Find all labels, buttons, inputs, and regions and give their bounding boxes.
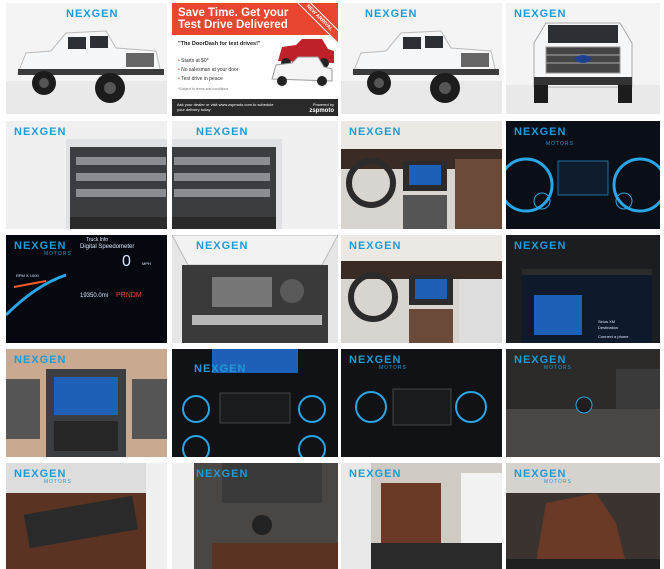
watermark-logo: NEXGEN [514,8,567,20]
odometer: 19350.0mi [80,293,109,299]
ad-footer: Ask your dealer or visit www.zspmoto.com… [172,99,338,116]
watermark-logo: NEXGEN [514,126,567,138]
watermark-logo: NEXGEN [365,8,418,20]
screen-connect: Connect a phone [598,334,629,339]
ad-bullets: Starts at $0* No salesman at your door T… [178,57,238,84]
speedo-value: 0 [122,253,131,270]
speedo-unit: MPH [142,261,151,266]
ad-quote: "The DoorDash for test drives!" [178,41,261,47]
photo-engine-bay[interactable]: NEXGEN [172,235,338,343]
ad-test-drive-delivered[interactable]: Save Time. Get your Test Drive Delivered… [172,3,338,116]
photo-instrument-cluster[interactable]: NEXGEN MOTORS [506,121,660,229]
photo-start-button[interactable]: NEXGEN MOTORS [506,349,660,457]
watermark-logo-sub: MOTORS [544,479,572,485]
watermark-logo-sub: MOTORS [44,251,72,257]
watermark-logo-sub: MOTORS [546,141,574,147]
watermark-logo: NEXGEN [349,240,402,252]
ad-bullet: Starts at $0* [178,57,238,66]
photo-dashboard-interior[interactable]: NEXGEN [341,121,502,229]
speedo-title: Digital Speedometer [80,244,135,250]
watermark-logo: NEXGEN [194,363,247,375]
watermark-logo-sub: MOTORS [544,365,572,371]
photo-front-seats-door[interactable]: NEXGEN [341,463,502,569]
watermark-logo-sub: MOTORS [379,365,407,371]
photo-navigation-screen[interactable]: Sirius XM Destination Connect a phone NE… [506,235,660,343]
ad-bullet: Test drive in peace [178,75,238,84]
ad-footer-brand: Powered by zspmoto [309,102,334,114]
ad-footer-text: Ask your dealer or visit www.zspmoto.com… [177,102,274,112]
photo-center-stack[interactable]: NEXGEN [6,349,167,457]
ad-headline: Save Time. Get your Test Drive Delivered [178,7,289,31]
photo-door-controls[interactable]: NEXGEN MOTORS [6,463,167,569]
watermark-logo: NEXGEN [14,354,67,366]
watermark-logo: NEXGEN [66,8,119,20]
watermark-logo: NEXGEN [514,240,567,252]
photo-truck-side-front-2[interactable]: NEXGEN [341,3,502,114]
watermark-logo: NEXGEN [196,240,249,252]
gear-indicator: PRNDM [116,292,142,299]
speedo-tab: Truck Info [86,237,109,243]
photo-headlight-switch[interactable]: NEXGEN [172,463,338,569]
photo-digital-speedometer[interactable]: Truck Info Digital Speedometer 0 MPH RPM… [6,235,167,343]
ad-fine-print: *Subject to terms and conditions [178,87,229,91]
photo-gallery-grid: NEXGEN Save Time. Get your Test Drive De… [0,0,664,569]
watermark-logo: NEXGEN [349,126,402,138]
photo-interior-wide[interactable]: NEXGEN [341,235,502,343]
watermark-logo: NEXGEN [196,468,249,480]
photo-climate-controls[interactable]: NEXGEN [172,349,338,457]
watermark-logo: NEXGEN [196,126,249,138]
photo-climate-closeup[interactable]: NEXGEN MOTORS [341,349,502,457]
photo-grille-left[interactable]: NEXGEN [6,121,167,229]
screen-label: Destination [598,325,619,330]
watermark-logo: NEXGEN [14,126,67,138]
rpm-label: RPM X 1000 [16,273,39,278]
photo-driver-seat[interactable]: NEXGEN MOTORS [506,463,660,569]
photo-truck-front[interactable]: NEXGEN [506,3,660,114]
watermark-logo-sub: MOTORS [44,479,72,485]
ad-bullet: No salesman at your door [178,66,238,75]
photo-grille-right[interactable]: NEXGEN [172,121,338,229]
screen-label: Sirius XM [598,319,616,324]
photo-truck-side-front[interactable]: NEXGEN [6,3,167,114]
watermark-logo: NEXGEN [349,468,402,480]
